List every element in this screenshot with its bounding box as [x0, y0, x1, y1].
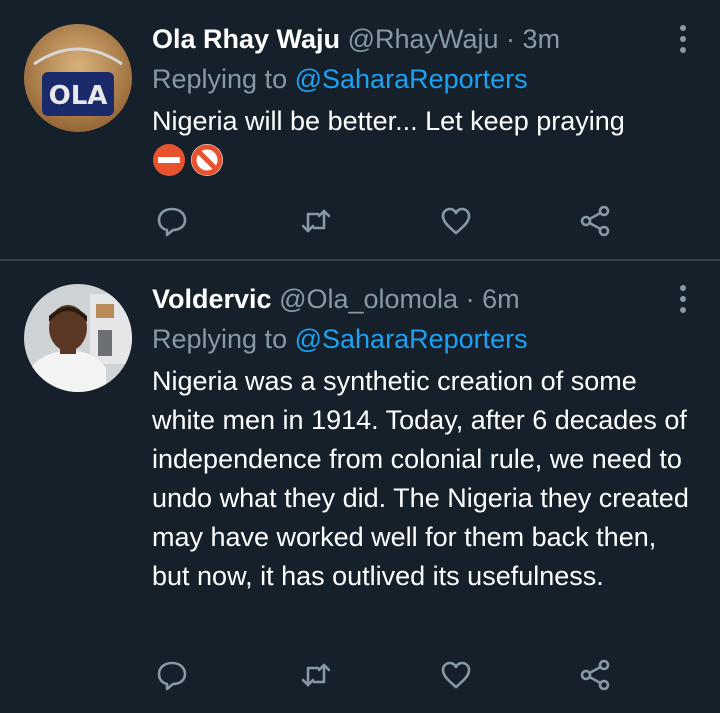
reply-icon[interactable]: [155, 658, 189, 692]
separator: ·: [465, 284, 475, 314]
tweet-text: Nigeria was a synthetic creation of some…: [152, 366, 689, 591]
share-icon[interactable]: [578, 658, 612, 692]
like-heart-icon[interactable]: [439, 204, 473, 238]
tweet-body: Ola Rhay Waju @RhayWaju · 3m Replying to…: [152, 22, 700, 177]
avatar[interactable]: [24, 284, 132, 392]
tweet[interactable]: OLA Ola Rhay Waju @RhayWaju · 3m Replyin…: [0, 0, 720, 260]
replying-to-line: Replying to @SaharaReporters: [152, 62, 700, 96]
handle[interactable]: @RhayWaju: [348, 24, 499, 54]
tweet[interactable]: Voldervic @Ola_olomola · 6m Replying to …: [0, 260, 720, 713]
timestamp[interactable]: 6m: [482, 284, 520, 314]
more-options-icon[interactable]: [678, 24, 688, 54]
tweet-body: Voldervic @Ola_olomola · 6m Replying to …: [152, 282, 700, 596]
no-entry-icon: [153, 144, 185, 176]
replying-to-label: Replying to: [152, 324, 288, 354]
share-icon[interactable]: [578, 204, 612, 238]
display-name[interactable]: Voldervic: [152, 284, 272, 314]
more-options-icon[interactable]: [678, 284, 688, 314]
tweet-header: Voldervic @Ola_olomola · 6m: [152, 282, 700, 316]
emoji-row: [152, 143, 700, 177]
tweet-actions: [155, 658, 615, 692]
replying-to-line: Replying to @SaharaReporters: [152, 322, 700, 356]
handle[interactable]: @Ola_olomola: [279, 284, 458, 314]
reply-icon[interactable]: [155, 204, 189, 238]
avatar[interactable]: OLA: [24, 24, 132, 132]
retweet-icon[interactable]: [299, 204, 333, 238]
timestamp[interactable]: 3m: [523, 24, 561, 54]
mention-link[interactable]: @SaharaReporters: [295, 64, 528, 94]
display-name[interactable]: Ola Rhay Waju: [152, 24, 340, 54]
tweet-header: Ola Rhay Waju @RhayWaju · 3m: [152, 22, 700, 56]
like-heart-icon[interactable]: [439, 658, 473, 692]
mention-link[interactable]: @SaharaReporters: [295, 324, 528, 354]
tweet-text: Nigeria will be better... Let keep prayi…: [152, 106, 625, 136]
separator: ·: [506, 24, 516, 54]
tweet-actions: [155, 204, 615, 238]
retweet-icon[interactable]: [299, 658, 333, 692]
prohibited-icon: [191, 144, 223, 176]
replying-to-label: Replying to: [152, 64, 288, 94]
avatar-pendant-text: OLA: [49, 81, 108, 111]
